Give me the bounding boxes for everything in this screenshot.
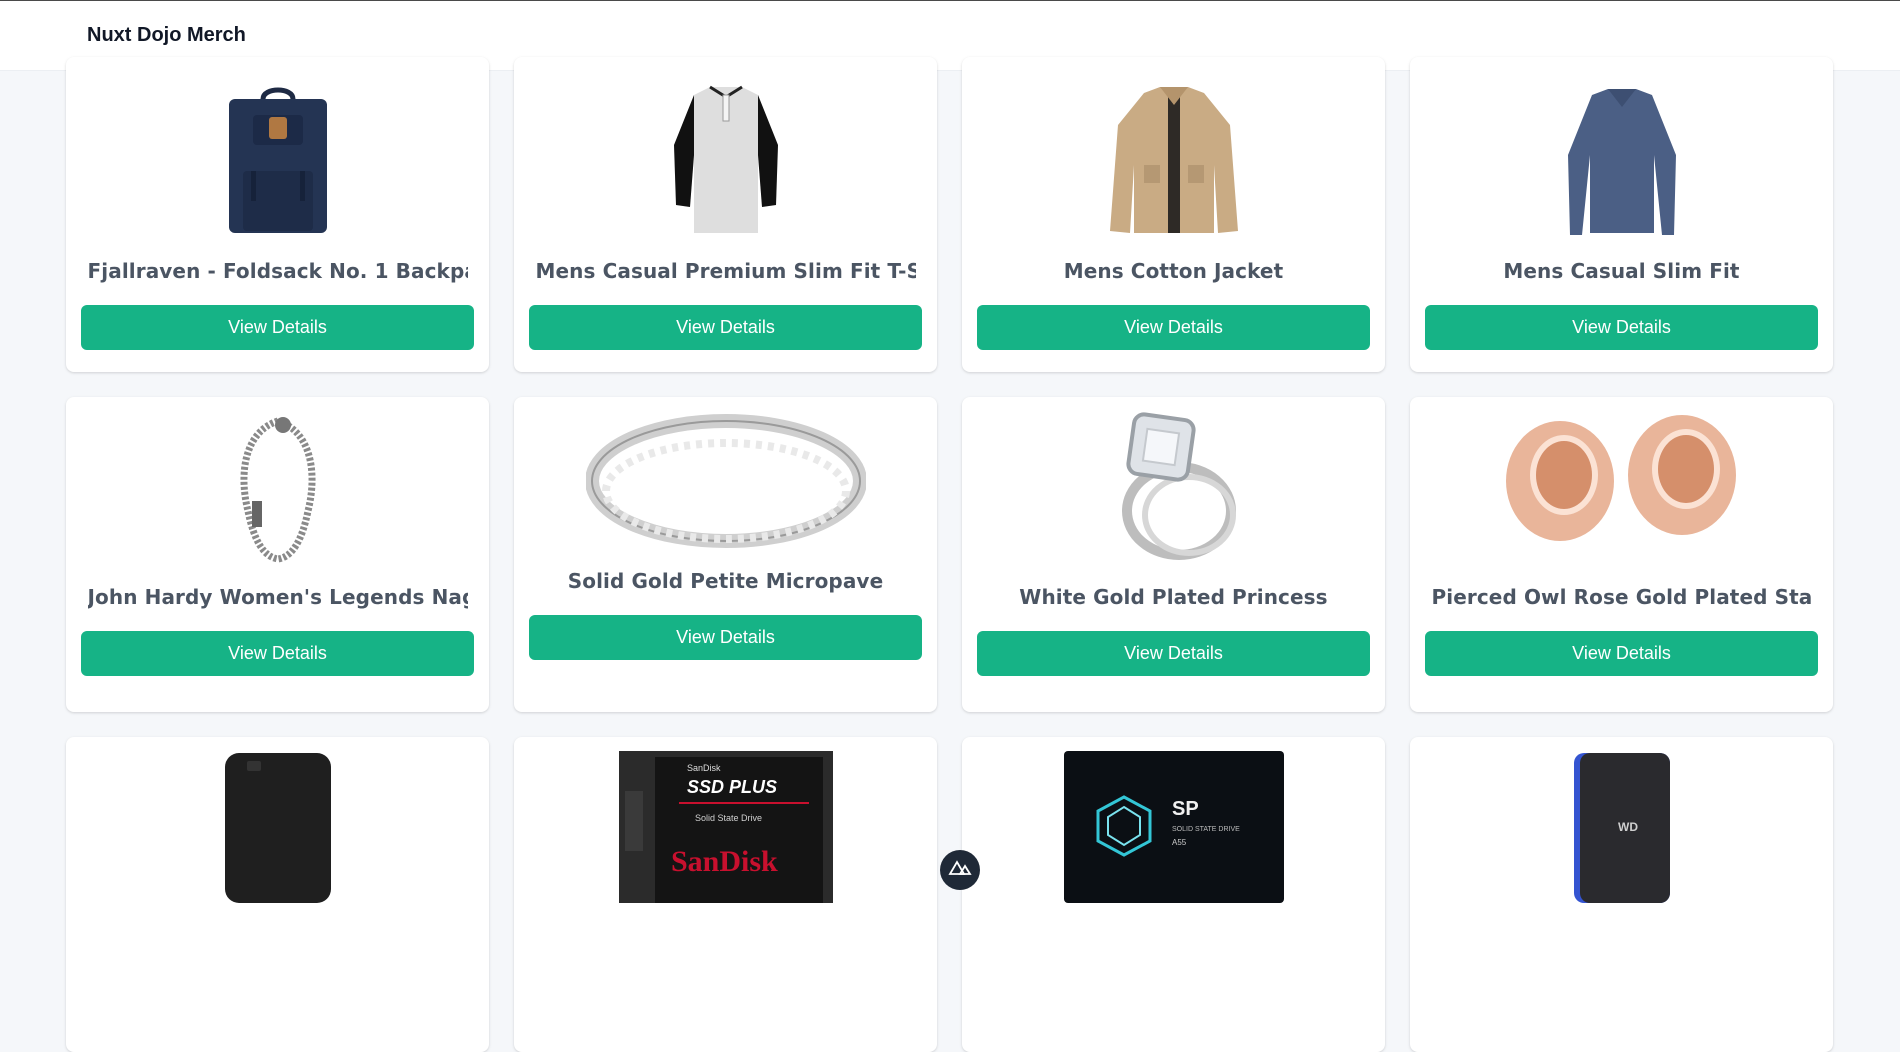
product-card: John Hardy Women's Legends Nag... View D… <box>66 397 489 712</box>
nuxt-devtools-icon <box>948 859 972 880</box>
view-details-button[interactable]: View Details <box>977 631 1370 676</box>
sp-ssd-image[interactable]: SP SOLID STATE DRIVE A55 <box>1004 751 1344 903</box>
product-title: Solid Gold Petite Micropave <box>567 569 884 593</box>
product-card: Fjallraven - Foldsack No. 1 Backpac... V… <box>66 57 489 372</box>
product-card: SP SOLID STATE DRIVE A55 <box>962 737 1385 1052</box>
view-details-button[interactable]: View Details <box>81 631 474 676</box>
view-details-button[interactable]: View Details <box>977 305 1370 350</box>
sp-logo-text: SP <box>1172 798 1199 820</box>
product-card: Mens Casual Slim Fit View Details <box>1410 57 1833 372</box>
product-title: Mens Casual Premium Slim Fit T-Sh... <box>535 259 916 283</box>
tshirt-image[interactable] <box>556 85 896 237</box>
view-details-button[interactable]: View Details <box>529 305 922 350</box>
product-title: Pierced Owl Rose Gold Plated Stain... <box>1431 585 1812 609</box>
product-card <box>66 737 489 1052</box>
ear-tunnels-image[interactable] <box>1452 411 1792 563</box>
site-brand[interactable]: Nuxt Dojo Merch <box>87 24 246 47</box>
product-card: Mens Cotton Jacket View Details <box>962 57 1385 372</box>
wd-gaming-drive-image[interactable]: WD <box>1452 751 1792 903</box>
product-card: SanDisk SSD PLUS Solid State Drive SanDi… <box>514 737 937 1052</box>
bracelet-image[interactable] <box>108 411 448 563</box>
ring-band-image[interactable] <box>556 411 896 551</box>
view-details-button[interactable]: View Details <box>1425 305 1818 350</box>
product-title: Mens Cotton Jacket <box>1063 259 1284 283</box>
product-grid: Fjallraven - Foldsack No. 1 Backpac... V… <box>66 57 1833 1052</box>
product-title: Mens Casual Slim Fit <box>1503 259 1740 283</box>
view-details-button[interactable]: View Details <box>1425 631 1818 676</box>
wd-logo-text: WD <box>1618 820 1638 834</box>
engagement-ring-image[interactable] <box>1004 411 1344 563</box>
product-card: Mens Casual Premium Slim Fit T-Sh... Vie… <box>514 57 937 372</box>
view-details-button[interactable]: View Details <box>529 615 922 660</box>
view-details-button[interactable]: View Details <box>81 305 474 350</box>
jacket-image[interactable] <box>1004 85 1344 237</box>
nuxt-devtools-badge[interactable] <box>940 850 980 890</box>
sp-model-text: A55 <box>1172 838 1187 847</box>
product-card: Pierced Owl Rose Gold Plated Stain... Vi… <box>1410 397 1833 712</box>
sandisk-ssd-image[interactable]: SanDisk SSD PLUS Solid State Drive SanDi… <box>556 751 896 903</box>
backpack-image[interactable] <box>108 85 448 237</box>
longsleeve-image[interactable] <box>1452 85 1792 237</box>
product-card: WD <box>1410 737 1833 1052</box>
product-title: John Hardy Women's Legends Nag... <box>87 585 468 609</box>
ssd-model-text: SSD PLUS <box>687 777 777 797</box>
product-card: Solid Gold Petite Micropave View Details <box>514 397 937 712</box>
product-title: Fjallraven - Foldsack No. 1 Backpac... <box>87 259 468 283</box>
product-card: White Gold Plated Princess View Details <box>962 397 1385 712</box>
external-hdd-image[interactable] <box>108 751 448 903</box>
ssd-type-text: Solid State Drive <box>695 813 762 823</box>
ssd-brand-small: SanDisk <box>687 763 721 773</box>
ssd-brand-large: SanDisk <box>671 845 778 878</box>
sp-type-text: SOLID STATE DRIVE <box>1172 826 1240 833</box>
product-title: White Gold Plated Princess <box>1019 585 1328 609</box>
